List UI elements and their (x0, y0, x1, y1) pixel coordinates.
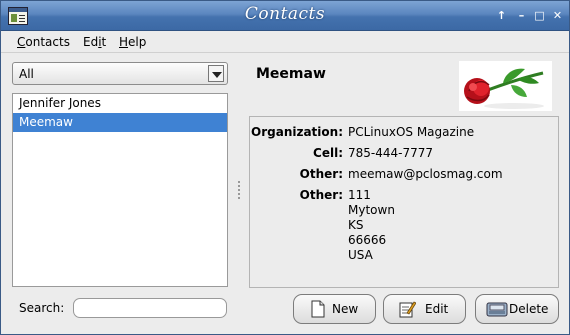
contact-list-item-selected[interactable]: Meemaw (13, 113, 227, 132)
category-filter-select[interactable]: All (12, 62, 228, 85)
email-value: meemaw@pclosmag.com (348, 167, 503, 181)
contact-list-item[interactable]: Jennifer Jones (13, 94, 227, 113)
menu-bar: Contacts Edit Help (1, 31, 569, 53)
cell-label: Cell: (313, 146, 343, 160)
pane-splitter-handle[interactable] (236, 181, 242, 203)
address-line: KS (348, 218, 364, 232)
contact-details-panel: Organization: PCLinuxOS Magazine Cell: 7… (249, 116, 559, 288)
shade-button[interactable]: – (514, 8, 529, 23)
search-input[interactable] (73, 298, 227, 318)
search-label: Search: (19, 301, 65, 315)
address-value: 111 Mytown KS 66666 USA (348, 188, 395, 263)
title-bar[interactable]: Contacts ↑ – □ ✕ (1, 1, 569, 31)
contact-list[interactable]: Jennifer Jones Meemaw (12, 93, 228, 287)
edit-button[interactable]: Edit (383, 294, 466, 324)
organization-label: Organization: (251, 125, 343, 139)
keep-above-button[interactable]: ↑ (494, 8, 509, 23)
delete-button[interactable]: Delete (475, 294, 559, 324)
category-filter-value: All (19, 67, 34, 81)
new-button-label: New (332, 302, 359, 316)
organization-value: PCLinuxOS Magazine (348, 125, 475, 139)
close-button[interactable]: ✕ (550, 8, 565, 23)
address-label: Other: (299, 188, 343, 202)
address-line: 111 (348, 188, 371, 202)
edit-button-label: Edit (425, 302, 449, 316)
edit-contact-icon (399, 301, 416, 318)
contacts-window: Contacts ↑ – □ ✕ Contacts Edit Help All … (0, 0, 570, 335)
rose-photo (459, 61, 552, 111)
chevron-down-icon[interactable] (208, 65, 224, 82)
maximize-button[interactable]: □ (532, 8, 547, 23)
menu-edit[interactable]: Edit (83, 35, 106, 49)
address-line: 66666 (348, 233, 387, 247)
new-button[interactable]: New (293, 294, 376, 324)
menu-help[interactable]: Help (119, 35, 146, 49)
email-label: Other: (299, 167, 343, 181)
address-line: USA (348, 248, 373, 262)
window-title: Contacts (244, 4, 326, 24)
delete-contact-icon (486, 302, 508, 317)
cell-value: 785-444-7777 (348, 146, 434, 160)
menu-contacts[interactable]: Contacts (17, 35, 70, 49)
new-contact-icon (311, 300, 325, 318)
contact-name-heading: Meemaw (256, 66, 326, 82)
delete-button-label: Delete (509, 302, 549, 316)
address-line: Mytown (348, 203, 395, 217)
